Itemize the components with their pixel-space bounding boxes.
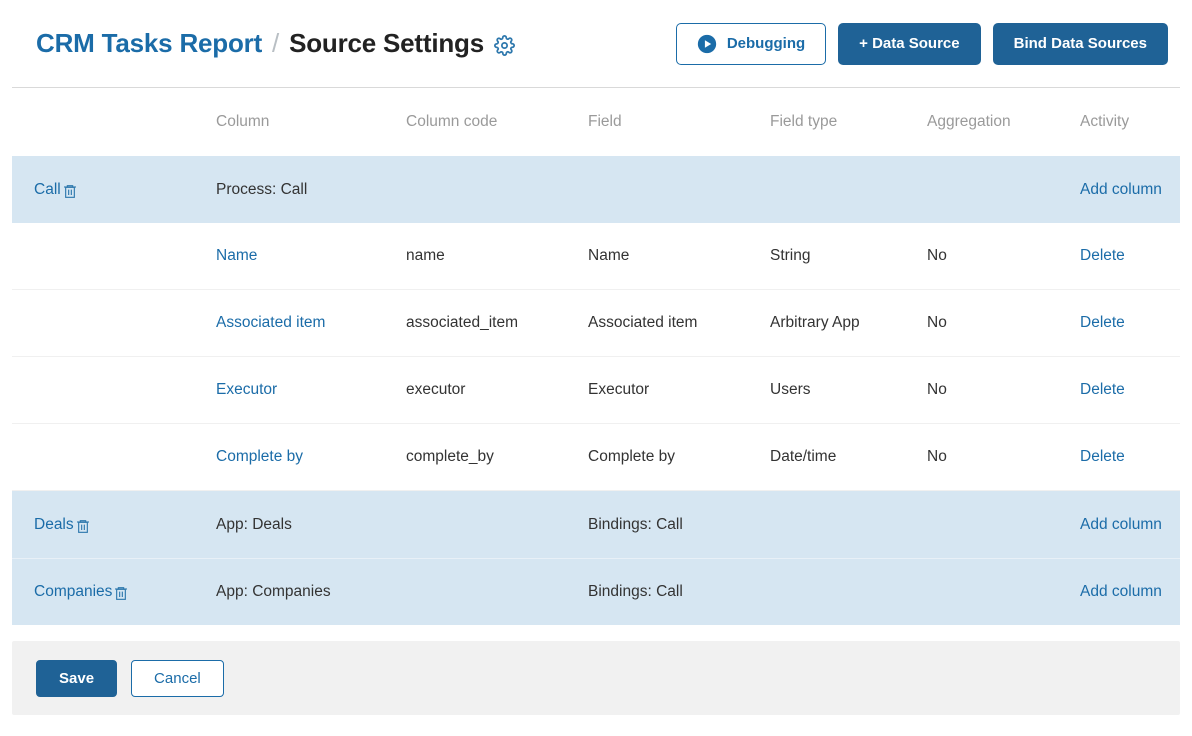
row-activity-cell: Delete (1080, 314, 1180, 332)
page-header: CRM Tasks Report / Source Settings Debug… (12, 0, 1180, 88)
trash-icon[interactable] (75, 518, 91, 534)
row-field-cell: Name (588, 247, 630, 264)
row-column-link[interactable]: Executor (216, 381, 277, 398)
bind-data-sources-label: Bind Data Sources (1013, 35, 1147, 52)
group-column-cell: App: Deals (216, 515, 292, 533)
row-field-cell: Executor (588, 381, 650, 398)
row-column-cell: Complete by (216, 448, 406, 466)
header-cell-activity: Activity (1080, 113, 1130, 130)
group-name-cell: Call (34, 181, 216, 199)
table-row: Associated item associated_item Associat… (12, 290, 1180, 357)
row-activity-cell: Delete (1080, 381, 1180, 399)
row-column-link[interactable]: Associated item (216, 314, 325, 331)
page-title: Source Settings (289, 28, 484, 58)
bind-data-sources-button[interactable]: Bind Data Sources (992, 22, 1168, 65)
row-aggregation-cell: No (927, 381, 947, 398)
header-cell-field: Field (588, 113, 622, 130)
save-button-label: Save (59, 669, 95, 687)
row-activity-cell: Delete (1080, 247, 1180, 265)
breadcrumb-parent-link[interactable]: CRM Tasks Report (36, 28, 262, 59)
table-row: Executor executor Executor Users No Dele… (12, 357, 1180, 424)
group-name-label: Deals (34, 515, 74, 533)
debugging-button-label: Debugging (726, 35, 806, 52)
source-settings-table: Column Column code Field Field type Aggr… (0, 88, 1192, 625)
group-field-cell: Bindings: Call (588, 583, 683, 600)
cancel-button[interactable]: Cancel (131, 659, 224, 697)
trash-icon[interactable] (62, 183, 78, 199)
breadcrumb: CRM Tasks Report / Source Settings (36, 28, 515, 59)
play-circle-icon (697, 34, 717, 54)
row-code-cell: complete_by (406, 448, 494, 465)
group-activity-cell: Add column (1080, 516, 1180, 534)
table-row: Name name Name String No Delete (12, 223, 1180, 290)
form-action-bar: Save Cancel (12, 641, 1180, 715)
header-cell-aggregation: Aggregation (927, 113, 1011, 130)
table-row: Complete by complete_by Complete by Date… (12, 424, 1180, 491)
row-field-type-cell: String (770, 247, 811, 264)
breadcrumb-separator: / (272, 28, 280, 58)
add-data-source-button[interactable]: + Data Source (838, 22, 981, 65)
group-name-cell: Deals (34, 516, 216, 534)
delete-link[interactable]: Delete (1080, 448, 1125, 465)
group-name-label: Companies (34, 583, 113, 600)
add-column-link[interactable]: Add column (1080, 516, 1162, 533)
row-aggregation-cell: No (927, 448, 947, 465)
delete-link[interactable]: Delete (1080, 247, 1125, 264)
row-column-cell: Executor (216, 381, 406, 399)
row-field-type-cell: Arbitrary App (770, 314, 860, 331)
add-column-link[interactable]: Add column (1080, 583, 1162, 600)
row-code-cell: name (406, 247, 445, 264)
delete-link[interactable]: Delete (1080, 381, 1125, 398)
debugging-button[interactable]: Debugging (675, 22, 827, 65)
trash-icon[interactable] (113, 585, 129, 601)
group-name-cell: Companies (34, 583, 216, 601)
row-code-cell: executor (406, 381, 466, 398)
group-column-cell: Process: Call (216, 180, 308, 198)
add-data-source-label: + Data Source (859, 35, 960, 52)
add-column-link[interactable]: Add column (1080, 181, 1162, 198)
row-field-cell: Associated item (588, 314, 698, 331)
group-field-cell: Bindings: Call (588, 515, 683, 533)
gear-icon[interactable] (494, 35, 515, 56)
save-button[interactable]: Save (36, 659, 118, 697)
row-code-cell: associated_item (406, 314, 519, 331)
group-activity-cell: Add column (1080, 583, 1180, 601)
group-deals-link[interactable]: Deals (34, 516, 91, 534)
row-field-cell: Complete by (588, 448, 676, 465)
cancel-button-label: Cancel (154, 669, 201, 687)
table-group-row: Companies App: Companies Bindings: Call (12, 558, 1180, 625)
table-header-row: Column Column code Field Field type Aggr… (12, 88, 1180, 156)
row-field-type-cell: Date/time (770, 448, 837, 465)
group-name-label: Call (34, 180, 61, 198)
group-column-cell: App: Companies (216, 583, 331, 600)
row-column-cell: Associated item (216, 314, 406, 332)
group-companies-link[interactable]: Companies (34, 583, 129, 601)
header-cell-column-code: Column code (406, 113, 498, 130)
row-column-link[interactable]: Name (216, 247, 257, 264)
header-actions: Debugging + Data Source Bind Data Source… (675, 22, 1168, 65)
row-column-link[interactable]: Complete by (216, 448, 303, 465)
delete-link[interactable]: Delete (1080, 314, 1125, 331)
row-aggregation-cell: No (927, 247, 947, 264)
header-cell-field-type: Field type (770, 113, 838, 130)
table-group-row: Call Process: Call Add column (12, 156, 1180, 223)
row-activity-cell: Delete (1080, 448, 1180, 466)
row-column-cell: Name (216, 247, 406, 265)
row-aggregation-cell: No (927, 314, 947, 331)
group-activity-cell: Add column (1080, 181, 1180, 199)
header-cell-column: Column (216, 113, 270, 130)
source-settings-page: CRM Tasks Report / Source Settings Debug… (0, 0, 1192, 736)
row-field-type-cell: Users (770, 381, 811, 398)
group-call-link[interactable]: Call (34, 181, 78, 199)
table-group-row: Deals App: Deals Bindings: Call Add colu… (12, 491, 1180, 558)
